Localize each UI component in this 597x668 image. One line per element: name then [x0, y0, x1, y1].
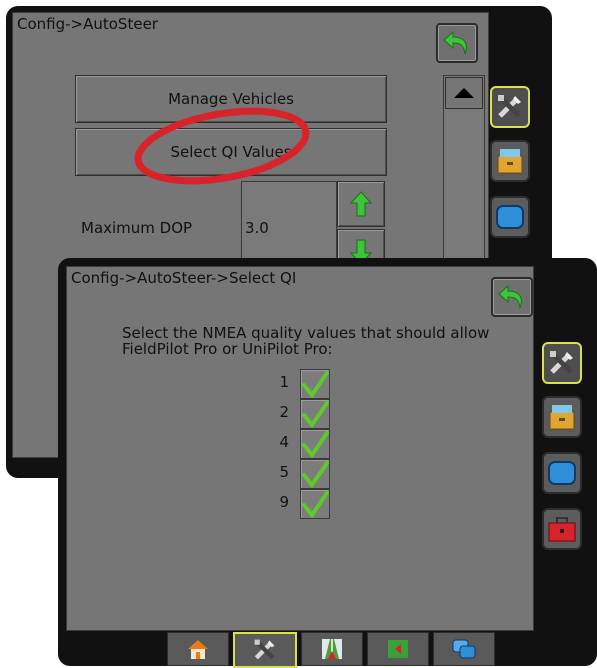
guidance-icon	[322, 639, 342, 659]
back-arrow-icon	[498, 284, 522, 309]
qi-value: 2	[279, 403, 289, 421]
qi-value: 4	[279, 433, 289, 451]
map-icon	[388, 640, 408, 658]
side-tab-tools[interactable]	[490, 86, 530, 128]
back-button[interactable]	[491, 277, 533, 317]
qi-prompt: Select the NMEA quality values that shou…	[122, 324, 490, 358]
back-button[interactable]	[436, 23, 478, 63]
display-icon	[496, 205, 524, 229]
toolbox-icon	[548, 517, 576, 542]
side-tab-display[interactable]	[542, 452, 582, 494]
qi-value: 9	[279, 493, 289, 511]
check-icon	[302, 371, 329, 399]
max-dop-label: Maximum DOP	[81, 219, 193, 237]
check-icon	[302, 461, 329, 489]
bottom-tab-windows[interactable]	[433, 632, 495, 666]
home-icon	[188, 640, 208, 659]
tools-icon	[550, 351, 573, 374]
select-qi-values-button[interactable]: Select QI Values	[75, 128, 387, 176]
side-tab-display[interactable]	[490, 196, 530, 238]
manage-vehicles-label: Manage Vehicles	[168, 90, 294, 108]
triangle-up-icon	[454, 88, 474, 98]
bottom-tab-tools[interactable]	[233, 632, 297, 668]
bottom-tab-map[interactable]	[367, 632, 429, 666]
qi-checkbox[interactable]	[300, 459, 330, 489]
back-arrow-icon	[443, 30, 467, 55]
filing-cabinet-icon	[497, 149, 523, 174]
max-dop-value: 3.0	[245, 219, 269, 237]
side-tab-toolbox[interactable]	[542, 508, 582, 550]
select-qi-title: Config->AutoSteer->Select QI	[71, 269, 297, 287]
side-tab-storage[interactable]	[542, 396, 582, 438]
scroll-up-button[interactable]	[445, 77, 483, 109]
tools-icon	[254, 639, 275, 660]
bottom-tab-home[interactable]	[167, 632, 229, 666]
qi-checkbox[interactable]	[300, 399, 330, 429]
windows-icon	[452, 639, 476, 659]
side-tab-storage[interactable]	[490, 140, 530, 182]
display-icon	[548, 461, 576, 485]
qi-checkbox[interactable]	[300, 429, 330, 459]
qi-checkbox[interactable]	[300, 489, 330, 519]
qi-value: 5	[279, 463, 289, 481]
side-tab-tools[interactable]	[542, 342, 582, 384]
bottom-tab-bar	[153, 626, 503, 668]
filing-cabinet-icon	[549, 405, 575, 430]
check-icon	[302, 491, 329, 519]
check-icon	[302, 431, 329, 459]
arrow-up-icon	[349, 191, 373, 217]
select-qi-values-label: Select QI Values	[170, 143, 292, 161]
autosteer-title: Config->AutoSteer	[17, 15, 158, 33]
select-qi-panel: Config->AutoSteer->Select QI Select the …	[66, 266, 534, 631]
qi-value: 1	[279, 373, 289, 391]
tools-icon	[498, 95, 521, 118]
check-icon	[302, 401, 329, 429]
increase-button[interactable]	[337, 181, 385, 227]
bottom-tab-guidance[interactable]	[301, 632, 363, 666]
qi-checkbox[interactable]	[300, 369, 330, 399]
select-qi-screen: Config->AutoSteer->Select QI Select the …	[58, 258, 597, 668]
manage-vehicles-button[interactable]: Manage Vehicles	[75, 75, 387, 123]
